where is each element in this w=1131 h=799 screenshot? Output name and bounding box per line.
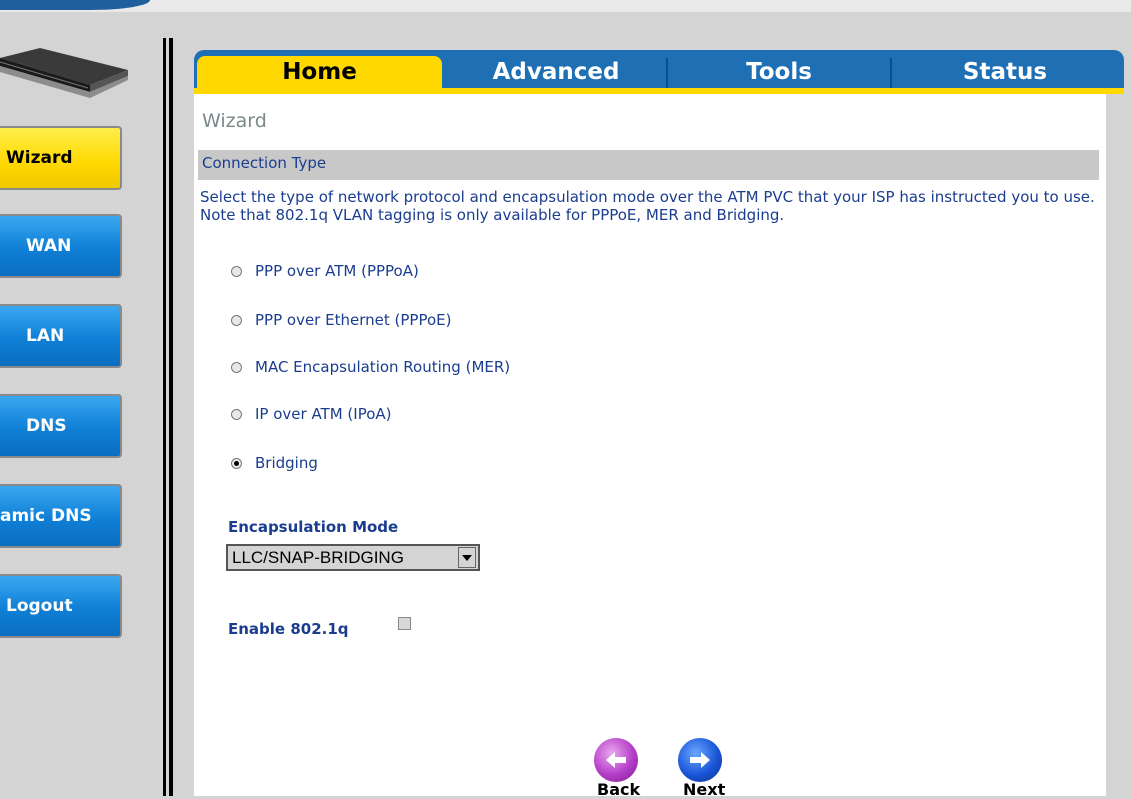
sidebar-item-label: DNS xyxy=(26,416,67,436)
option-label: PPP over ATM (PPPoA) xyxy=(255,262,419,280)
arrow-right-icon xyxy=(690,752,710,768)
sidebar-item-wan[interactable]: WAN xyxy=(0,214,122,278)
radio-mer[interactable] xyxy=(231,361,242,373)
option-mer[interactable]: MAC Encapsulation Routing (MER) xyxy=(231,357,510,377)
page-title: Wizard xyxy=(202,110,267,132)
option-label: MAC Encapsulation Routing (MER) xyxy=(255,358,511,376)
enable-8021q-label: Enable 802.1q xyxy=(228,620,349,638)
tab-home[interactable]: Home xyxy=(197,56,442,88)
option-label: Bridging xyxy=(255,454,318,472)
sidebar-item-dynamic-dns[interactable]: amic DNS xyxy=(0,484,122,548)
sidebar-item-label: Wizard xyxy=(6,148,73,168)
sidebar-item-wizard[interactable]: Wizard xyxy=(0,126,122,190)
sidebar-item-label: Logout xyxy=(6,596,73,616)
sidebar-item-dns[interactable]: DNS xyxy=(0,394,122,458)
encapsulation-mode-select[interactable]: LLC/SNAP-BRIDGING xyxy=(226,544,480,571)
top-strip xyxy=(0,0,1131,12)
tab-advanced[interactable]: Advanced xyxy=(445,56,667,88)
next-label[interactable]: Next xyxy=(683,780,725,799)
sidebar-item-label: amic DNS xyxy=(0,506,92,526)
tab-tools[interactable]: Tools xyxy=(668,56,890,88)
encapsulation-mode-label: Encapsulation Mode xyxy=(228,518,399,536)
enable-8021q-checkbox[interactable] xyxy=(398,617,411,630)
radio-ipoa[interactable] xyxy=(231,408,242,420)
sidebar-item-logout[interactable]: Logout xyxy=(0,574,122,638)
description-text: Select the type of network protocol and … xyxy=(200,188,1095,224)
section-header-bar xyxy=(198,150,1099,180)
option-pppoa[interactable]: PPP over ATM (PPPoA) xyxy=(231,261,419,281)
back-button[interactable] xyxy=(594,738,638,782)
option-pppoe[interactable]: PPP over Ethernet (PPPoE) xyxy=(231,310,451,330)
sidebar-divider xyxy=(163,38,166,796)
sidebar-item-label: WAN xyxy=(26,236,72,256)
sidebar-divider xyxy=(169,38,173,796)
select-value: LLC/SNAP-BRIDGING xyxy=(232,547,404,567)
option-bridging[interactable]: Bridging xyxy=(231,453,318,473)
router-device-image xyxy=(0,48,128,98)
radio-pppoa[interactable] xyxy=(231,265,242,277)
radio-pppoe[interactable] xyxy=(231,314,242,326)
option-label: IP over ATM (IPoA) xyxy=(255,405,392,423)
tab-status[interactable]: Status xyxy=(892,56,1118,88)
arrow-left-icon xyxy=(606,752,626,768)
sidebar-item-label: LAN xyxy=(26,326,65,346)
section-title: Connection Type xyxy=(202,154,327,172)
next-button[interactable] xyxy=(678,738,722,782)
back-label[interactable]: Back xyxy=(597,780,640,799)
sidebar-item-lan[interactable]: LAN xyxy=(0,304,122,368)
option-ipoa[interactable]: IP over ATM (IPoA) xyxy=(231,404,392,424)
chevron-down-icon[interactable] xyxy=(458,547,476,568)
option-label: PPP over Ethernet (PPPoE) xyxy=(255,311,452,329)
radio-bridging[interactable] xyxy=(231,457,242,469)
